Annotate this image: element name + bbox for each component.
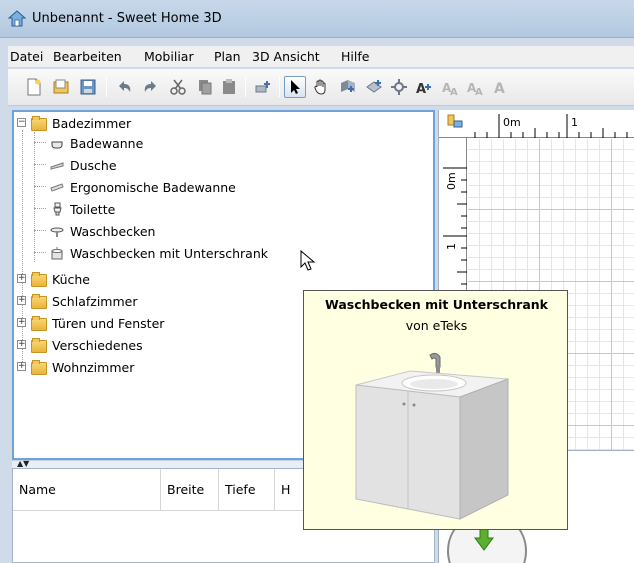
tree-connector	[22, 130, 23, 370]
create-walls-icon[interactable]	[337, 76, 359, 98]
shower-icon	[50, 158, 64, 172]
tree-category-label: Badezimmer	[52, 115, 132, 131]
folder-icon	[31, 360, 47, 375]
plan-lock-icon[interactable]	[445, 112, 465, 132]
tree-item-waschbecken[interactable]: Waschbecken	[50, 222, 155, 240]
tree-item-dusche[interactable]: Dusche	[50, 156, 117, 174]
tree-connector	[34, 208, 46, 209]
tree-item-toilette[interactable]: Toilette	[50, 200, 115, 218]
washbasin-icon	[50, 224, 64, 238]
tree-item-label: Waschbecken mit Unterschrank	[70, 245, 268, 261]
tree-connector	[34, 230, 46, 231]
collapse-icon[interactable]: −	[17, 118, 26, 127]
column-header-breite[interactable]: Breite	[161, 469, 219, 511]
tree-connector	[34, 252, 46, 253]
column-header-name[interactable]: Name	[13, 469, 161, 511]
tree-connector	[34, 142, 46, 143]
tree-category-tueren-und-fenster[interactable]: + Türen und Fenster	[17, 314, 164, 332]
tree-category-label: Küche	[52, 271, 90, 287]
furniture-tooltip: Waschbecken mit Unterschrank von eTeks	[303, 290, 568, 530]
tree-connector	[34, 186, 46, 187]
ruler-top: 0m 1	[439, 110, 634, 138]
pan-mode-icon[interactable]	[310, 76, 332, 98]
expand-icon[interactable]: +	[17, 362, 26, 371]
toilet-icon	[50, 202, 64, 216]
increase-text-icon[interactable]: AA	[440, 76, 462, 98]
redo-icon[interactable]	[140, 76, 162, 98]
column-header-tiefe[interactable]: Tiefe	[219, 469, 275, 511]
bathtub-icon	[50, 136, 64, 150]
washbasin-cabinet-preview-icon	[355, 352, 509, 520]
tree-item-badewanne[interactable]: Badewanne	[50, 134, 143, 152]
window-title: Unbenannt - Sweet Home 3D	[32, 11, 222, 26]
expand-icon[interactable]: +	[17, 274, 26, 283]
add-furniture-icon[interactable]	[252, 76, 274, 98]
ergonomic-bathtub-icon	[50, 180, 64, 194]
save-icon[interactable]	[77, 76, 99, 98]
create-dimensions-icon[interactable]	[388, 76, 410, 98]
svg-text:A: A	[475, 87, 483, 96]
tree-category-badezimmer[interactable]: − Badezimmer	[17, 114, 131, 132]
ruler-ticks	[474, 114, 628, 138]
toolbar: A AA AA A	[8, 69, 634, 106]
menu-datei[interactable]: Datei	[10, 49, 43, 64]
new-file-icon[interactable]	[23, 76, 45, 98]
mouse-cursor-icon	[300, 250, 316, 271]
tree-item-label: Badewanne	[70, 135, 144, 151]
svg-text:A: A	[450, 87, 458, 96]
tree-item-ergonomische-badewanne[interactable]: Ergonomische Badewanne	[50, 178, 236, 196]
folder-icon	[31, 338, 47, 353]
folder-icon	[31, 294, 47, 309]
tree-category-wohnzimmer[interactable]: + Wohnzimmer	[17, 358, 134, 376]
app-window: Unbenannt - Sweet Home 3D Datei Bearbeit…	[0, 0, 634, 563]
tree-category-label: Wohnzimmer	[52, 359, 135, 375]
washbasin-cabinet-icon	[50, 246, 64, 260]
tree-item-label: Ergonomische Badewanne	[70, 179, 236, 195]
paste-icon[interactable]	[218, 76, 240, 98]
menu-bearbeiten[interactable]: Bearbeiten	[53, 49, 122, 64]
expand-icon[interactable]: +	[17, 318, 26, 327]
copy-icon[interactable]	[194, 76, 216, 98]
tree-item-label: Waschbecken	[70, 223, 156, 239]
folder-icon	[31, 116, 47, 131]
tree-item-label: Toilette	[70, 201, 116, 217]
add-text-icon[interactable]: A	[413, 76, 435, 98]
splitter-arrows-icon[interactable]: ▲▼	[17, 459, 29, 468]
menu-3d-ansicht[interactable]: 3D Ansicht	[252, 49, 320, 64]
svg-text:A: A	[416, 82, 426, 96]
undo-icon[interactable]	[113, 76, 135, 98]
tree-item-waschbecken-mit-unterschrank[interactable]: Waschbecken mit Unterschrank	[50, 244, 268, 262]
open-folder-icon[interactable]	[50, 76, 72, 98]
toolbar-separator	[106, 77, 107, 97]
folder-icon	[31, 272, 47, 287]
toolbar-separator	[279, 77, 280, 97]
menu-hilfe[interactable]: Hilfe	[341, 49, 369, 64]
decrease-text-icon[interactable]: AA	[465, 76, 487, 98]
tree-category-label: Schlafzimmer	[52, 293, 138, 309]
menu-mobiliar[interactable]: Mobiliar	[144, 49, 194, 64]
tree-category-schlafzimmer[interactable]: + Schlafzimmer	[17, 292, 137, 310]
expand-icon[interactable]: +	[17, 296, 26, 305]
tree-category-label: Verschiedenes	[52, 337, 143, 353]
cut-icon[interactable]	[167, 76, 189, 98]
tree-item-label: Dusche	[70, 157, 117, 173]
tree-category-label: Türen und Fenster	[52, 315, 165, 331]
toolbar-separator	[245, 77, 246, 97]
expand-icon[interactable]: +	[17, 340, 26, 349]
tooltip-title: Waschbecken mit Unterschrank	[325, 297, 548, 312]
menu-plan[interactable]: Plan	[214, 49, 241, 64]
create-rooms-icon[interactable]	[363, 76, 385, 98]
title-bar: Unbenannt - Sweet Home 3D	[0, 0, 634, 38]
tree-connector	[34, 132, 35, 262]
tree-category-kueche[interactable]: + Küche	[17, 270, 90, 288]
sweet-home-3d-logo-icon	[7, 10, 27, 27]
tooltip-author: von eTeks	[405, 318, 468, 333]
tree-connector	[34, 164, 46, 165]
folder-icon	[31, 316, 47, 331]
text-style-icon[interactable]: A	[490, 76, 512, 98]
tree-category-verschiedenes[interactable]: + Verschiedenes	[17, 336, 143, 354]
svg-text:A: A	[494, 81, 505, 96]
select-mode-icon[interactable]	[284, 76, 306, 98]
menu-bar: Datei Bearbeiten Mobiliar Plan 3D Ansich…	[8, 46, 634, 68]
